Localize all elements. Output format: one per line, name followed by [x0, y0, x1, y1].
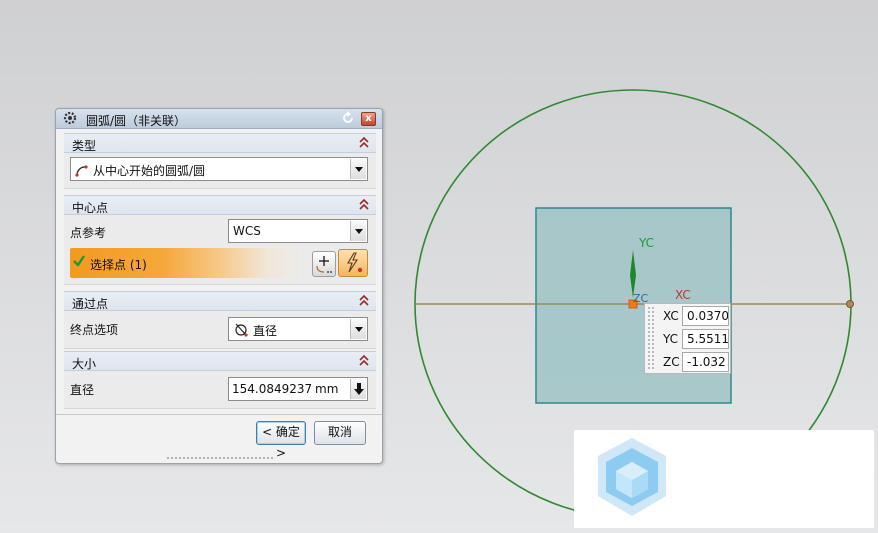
- tooltip-drag-handle[interactable]: [647, 306, 655, 371]
- select-point-bar[interactable]: 选择点 (1): [70, 248, 302, 278]
- chevron-down-icon[interactable]: [350, 159, 366, 179]
- point-reference-label: 点参考: [70, 226, 107, 240]
- diameter-input[interactable]: 154.0849237 mm: [228, 377, 368, 401]
- section-center-label: 中心点: [72, 201, 109, 215]
- section-size-label: 大小: [72, 357, 97, 371]
- close-button[interactable]: x: [361, 112, 376, 126]
- resize-grip[interactable]: [166, 456, 274, 460]
- coord-xc-input[interactable]: 0.0370: [682, 306, 729, 326]
- section-center-header[interactable]: 中心点: [64, 195, 376, 215]
- ok-button[interactable]: < 确定 >: [256, 421, 306, 460]
- coord-yc-input[interactable]: 5.5511: [682, 329, 729, 349]
- end-point-handle[interactable]: [846, 300, 854, 308]
- chevron-up-icon[interactable]: [358, 198, 370, 212]
- coord-label: XC: [663, 309, 679, 323]
- point-reference-combo[interactable]: WCS: [228, 219, 368, 243]
- point-constructor-icon: [316, 256, 332, 273]
- section-type-body: 从中心开始的圆弧/圆: [64, 153, 376, 189]
- coord-row-xc: XC 0.0370: [659, 305, 729, 327]
- point-dialog-button[interactable]: [312, 251, 336, 277]
- axis-xc-label: XC: [675, 288, 691, 302]
- end-option-label: 终点选项: [70, 323, 119, 337]
- end-option-value: 直径: [253, 324, 278, 338]
- type-combo-value: 从中心开始的圆弧/圆: [93, 164, 206, 178]
- chevron-up-icon[interactable]: [358, 294, 370, 308]
- end-option-combo[interactable]: 直径: [228, 317, 368, 341]
- arrow-down-icon[interactable]: [350, 379, 366, 399]
- coord-label: YC: [663, 332, 679, 346]
- section-type-header[interactable]: 类型: [64, 133, 376, 153]
- cancel-button[interactable]: 取消: [314, 421, 366, 445]
- diameter-label: 直径: [70, 383, 95, 397]
- chevron-down-icon[interactable]: [350, 221, 366, 241]
- cube-logo-icon: [598, 438, 666, 516]
- section-size-body: 直径 154.0849237 mm: [64, 371, 376, 409]
- chevron-up-icon[interactable]: [358, 354, 370, 368]
- diameter-icon: [235, 323, 248, 337]
- chevron-up-icon[interactable]: [358, 136, 370, 150]
- arc-icon: [75, 165, 88, 177]
- select-point-label: 选择点 (1): [90, 258, 147, 272]
- axis-yc-label: YC: [639, 236, 655, 250]
- type-combo[interactable]: 从中心开始的圆弧/圆: [70, 157, 368, 181]
- diameter-value[interactable]: 154.0849237: [232, 382, 314, 396]
- dialog-titlebar[interactable]: 圆弧/圆（非关联） x: [56, 109, 382, 129]
- arc-circle-dialog: 圆弧/圆（非关联） x 类型 从中心开始的圆弧/圆 中心点 点参考 WCS 选择…: [55, 108, 383, 464]
- section-type-label: 类型: [72, 139, 97, 153]
- inferred-point-button[interactable]: [338, 249, 368, 277]
- coord-zc-input[interactable]: -1.032: [682, 352, 729, 372]
- section-center-body: 点参考 WCS 选择点 (1): [64, 215, 376, 285]
- section-size-header[interactable]: 大小: [64, 351, 376, 371]
- divider: [56, 414, 382, 415]
- section-through-label: 通过点: [72, 297, 109, 311]
- dialog-title: 圆弧/圆（非关联）: [86, 114, 187, 128]
- watermark-panel: [574, 430, 874, 528]
- point-reference-value: WCS: [233, 224, 261, 238]
- diameter-unit: mm: [315, 382, 339, 396]
- section-through-body: 终点选项 直径: [64, 311, 376, 349]
- gear-icon: [63, 111, 77, 125]
- section-through-header[interactable]: 通过点: [64, 291, 376, 311]
- coordinate-tooltip: XC 0.0370 YC 5.5511 ZC -1.032: [644, 303, 731, 374]
- checkmark-icon: [73, 255, 85, 267]
- reset-icon[interactable]: [341, 111, 355, 125]
- chevron-down-icon[interactable]: [350, 319, 366, 339]
- coord-row-zc: ZC -1.032: [659, 351, 729, 373]
- lightning-point-icon: [347, 252, 363, 273]
- coord-row-yc: YC 5.5511: [659, 328, 729, 350]
- coord-label: ZC: [663, 355, 680, 369]
